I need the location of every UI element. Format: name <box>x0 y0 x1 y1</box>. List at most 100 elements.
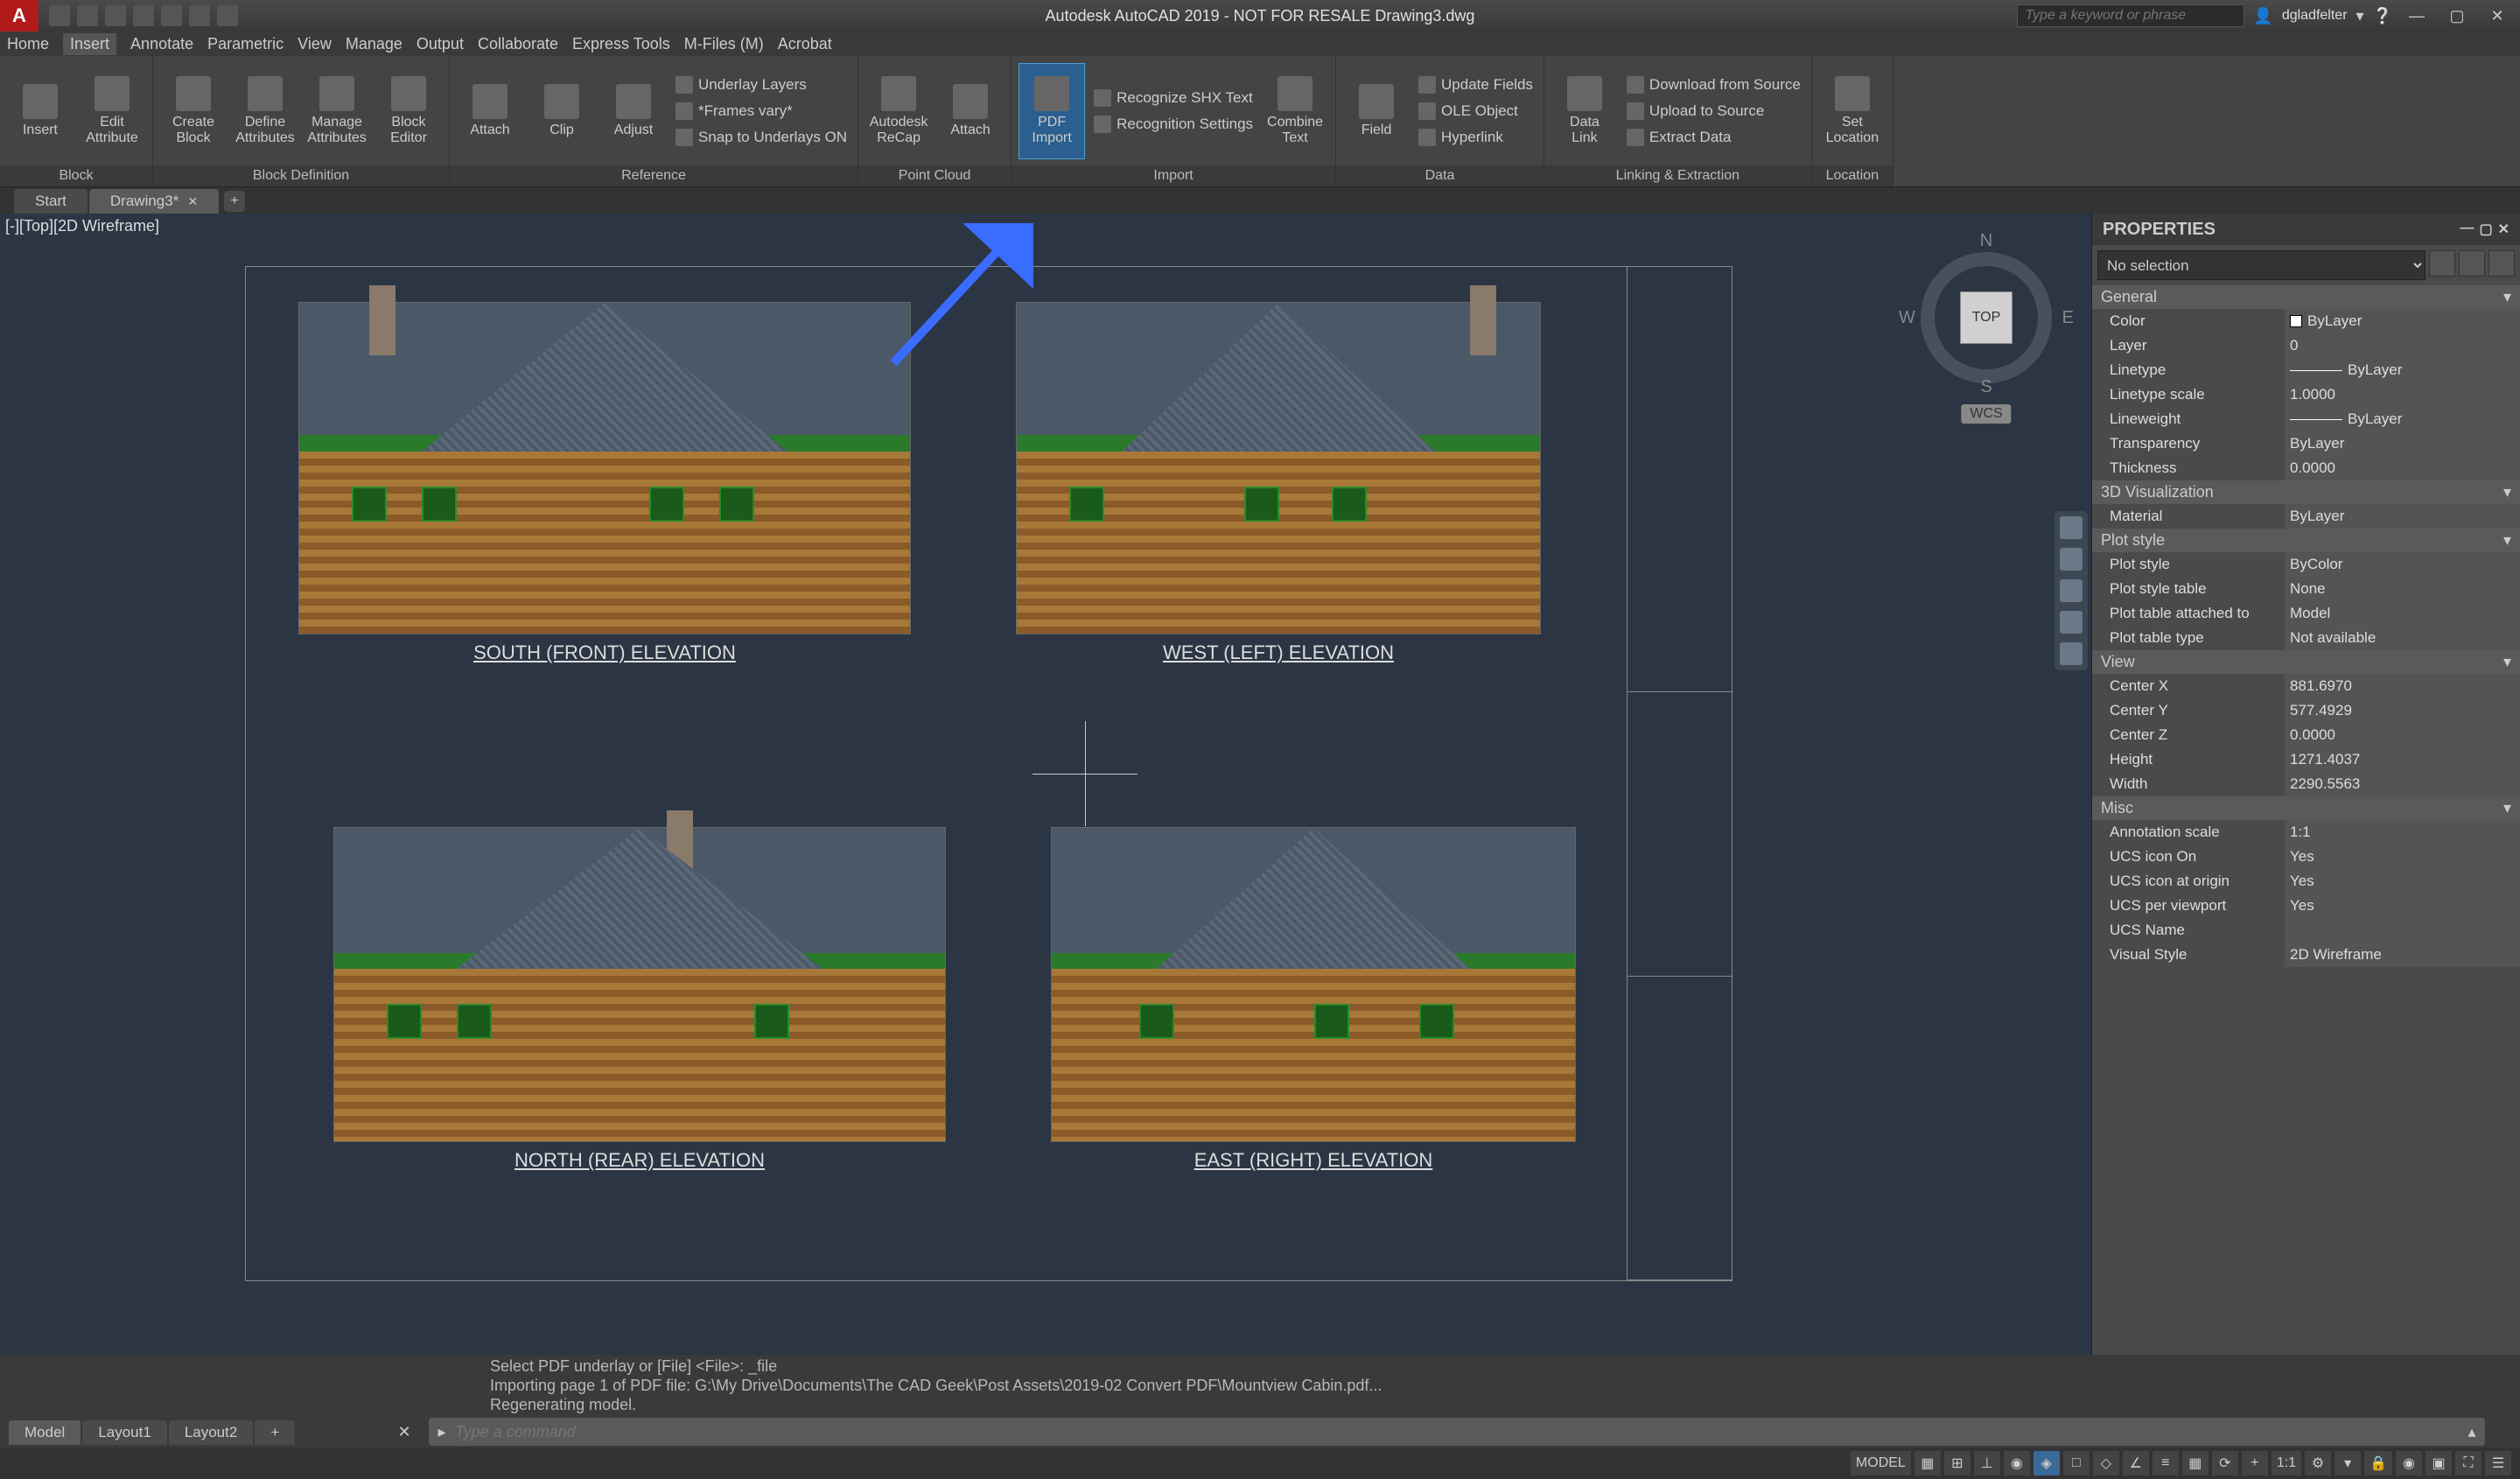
app-icon[interactable]: A <box>0 0 38 32</box>
ribbon-adjust-button[interactable]: Adjust <box>600 63 667 159</box>
selectobjects-icon[interactable] <box>2488 250 2515 277</box>
ribbon-tab-acrobat[interactable]: Acrobat <box>778 35 832 53</box>
prop-value[interactable]: 881.6970 <box>2285 674 2520 698</box>
prop-value[interactable]: Model <box>2285 601 2520 626</box>
viewcube-north[interactable]: N <box>1980 231 1992 251</box>
status-transparency-icon[interactable]: ▦ <box>2182 1451 2208 1475</box>
status-isolate-icon[interactable]: ▣ <box>2426 1451 2452 1475</box>
nav-wheel-icon[interactable] <box>2060 516 2082 539</box>
qat-plot-icon[interactable] <box>161 5 182 26</box>
ribbon-tab-expresstools[interactable]: Express Tools <box>572 35 670 53</box>
prop-section-misc[interactable]: Misc▾ <box>2092 796 2520 820</box>
ribbon--frames-vary--button[interactable]: *Frames vary* <box>672 99 850 123</box>
status-gear-icon[interactable]: ⚙ <box>2305 1451 2331 1475</box>
username-label[interactable]: dgladfelter <box>2282 8 2348 24</box>
panel-title[interactable]: Point Cloud <box>858 165 1011 186</box>
prop-value[interactable]: ByLayer <box>2285 358 2520 382</box>
status-grid-icon[interactable]: ▦ <box>1914 1451 1941 1475</box>
prop-value[interactable]: 1:1 <box>2285 820 2520 845</box>
ribbon-hyperlink-button[interactable]: Hyperlink <box>1415 125 1536 150</box>
status-otrack-icon[interactable]: ∠ <box>2123 1451 2149 1475</box>
ribbon-insert-button[interactable]: Insert <box>7 63 74 159</box>
ribbon-block-editor-button[interactable]: BlockEditor <box>375 63 442 159</box>
qat-undo-icon[interactable] <box>189 5 210 26</box>
prop-value[interactable]: 1271.4037 <box>2285 747 2520 772</box>
prop-value[interactable]: 577.4929 <box>2285 698 2520 723</box>
quickselect-icon[interactable] <box>2429 250 2455 277</box>
qat-open-icon[interactable] <box>77 5 98 26</box>
status-lineweight-icon[interactable]: ≡ <box>2152 1451 2179 1475</box>
new-tab-button[interactable]: + <box>224 191 245 212</box>
prop-section-3d-visualization[interactable]: 3D Visualization▾ <box>2092 480 2520 504</box>
minimize-button[interactable]: — <box>2401 4 2432 28</box>
prop-value[interactable]: Yes <box>2285 894 2520 918</box>
qat-redo-icon[interactable] <box>217 5 238 26</box>
prop-value[interactable]: ByLayer <box>2285 407 2520 431</box>
ribbon-ole-object-button[interactable]: OLE Object <box>1415 99 1536 123</box>
nav-zoom-icon[interactable] <box>2060 579 2082 602</box>
ribbon-field-button[interactable]: Field <box>1343 63 1410 159</box>
prop-value[interactable]: ByLayer <box>2285 431 2520 456</box>
viewcube[interactable]: N S E W TOP WCS <box>1899 231 2074 424</box>
selection-dropdown[interactable]: No selection <box>2097 250 2426 280</box>
status-ortho-icon[interactable]: ⊥ <box>1974 1451 2000 1475</box>
status-cleanscreen-icon[interactable]: ⛶ <box>2455 1451 2482 1475</box>
status-scale[interactable]: 1:1 <box>2272 1451 2301 1475</box>
prop-section-general[interactable]: General▾ <box>2092 285 2520 309</box>
viewcube-west[interactable]: W <box>1899 308 1915 328</box>
prop-value[interactable]: 1.0000 <box>2285 382 2520 407</box>
prop-value[interactable] <box>2285 918 2520 943</box>
prop-value[interactable]: Not available <box>2285 626 2520 650</box>
ribbon-define-attributes-button[interactable]: DefineAttributes <box>232 63 298 159</box>
viewport-label[interactable]: [-][Top][2D Wireframe] <box>5 217 159 235</box>
qat-new-icon[interactable] <box>49 5 70 26</box>
ribbon-extract-data-button[interactable]: Extract Data <box>1623 125 1804 150</box>
nav-showmotion-icon[interactable] <box>2060 642 2082 665</box>
viewcube-face[interactable]: TOP <box>1960 291 2012 344</box>
status-snap-icon[interactable]: ⊞ <box>1944 1451 1970 1475</box>
help-icon[interactable]: ❔ <box>2373 7 2392 25</box>
prop-value[interactable]: 2D Wireframe <box>2285 943 2520 967</box>
panel-title[interactable]: Import <box>1012 165 1335 186</box>
status-model[interactable]: MODEL <box>1851 1451 1911 1475</box>
prop-value[interactable]: Yes <box>2285 869 2520 894</box>
status-polar-icon[interactable]: ◉ <box>2004 1451 2030 1475</box>
layout-tab-model[interactable]: Model <box>9 1420 80 1445</box>
drawing-canvas[interactable]: [-][Top][2D Wireframe] SOUTH (FRONT) ELE… <box>0 214 2091 1355</box>
wcs-badge[interactable]: WCS <box>1961 404 2011 424</box>
ribbon-attach-button[interactable]: Attach <box>937 63 1004 159</box>
close-button[interactable]: ✕ <box>2482 4 2513 28</box>
viewcube-east[interactable]: E <box>2062 308 2074 328</box>
status-hardware-icon[interactable]: ◉ <box>2396 1451 2422 1475</box>
ribbon-underlay-layers-button[interactable]: Underlay Layers <box>672 73 850 97</box>
prop-value[interactable]: 0.0000 <box>2285 723 2520 747</box>
prop-value[interactable]: 2290.5563 <box>2285 772 2520 796</box>
prop-value[interactable]: ByColor <box>2285 552 2520 577</box>
status-3dosnap-icon[interactable]: ◇ <box>2093 1451 2119 1475</box>
ribbon-tab-annotate[interactable]: Annotate <box>130 35 193 53</box>
cmdline-recent-icon[interactable]: ▴ <box>2459 1423 2485 1441</box>
status-customize-icon[interactable]: ☰ <box>2485 1451 2511 1475</box>
maximize-button[interactable]: ▢ <box>2441 4 2473 28</box>
prop-value[interactable]: ByLayer <box>2285 504 2520 529</box>
qat-save-icon[interactable] <box>105 5 126 26</box>
prop-value[interactable]: Yes <box>2285 845 2520 869</box>
cmdline-close-icon[interactable]: ✕ <box>394 1423 415 1441</box>
layout-tab-layout2[interactable]: Layout2 <box>169 1420 254 1445</box>
ribbon-autodesk-recap-button[interactable]: AutodeskReCap <box>865 63 932 159</box>
exchange-icon[interactable]: ▾ <box>2356 7 2364 25</box>
ribbon-tab-insert[interactable]: Insert <box>63 33 116 55</box>
command-input[interactable] <box>455 1423 2459 1441</box>
ribbon-edit-attribute-button[interactable]: EditAttribute <box>79 63 145 159</box>
ribbon-clip-button[interactable]: Clip <box>528 63 595 159</box>
ribbon-create-block-button[interactable]: CreateBlock <box>160 63 227 159</box>
nav-pan-icon[interactable] <box>2060 548 2082 571</box>
ribbon-upload-to-source-button[interactable]: Upload to Source <box>1623 99 1804 123</box>
prop-value[interactable]: ByLayer <box>2285 309 2520 333</box>
ribbon-pdf-import-button[interactable]: PDFImport <box>1018 63 1085 159</box>
signin-icon[interactable]: 👤 <box>2253 7 2272 25</box>
status-workspace-icon[interactable]: ▾ <box>2334 1451 2361 1475</box>
layout-tab-layout1[interactable]: Layout1 <box>82 1420 167 1445</box>
ribbon-tab-manage[interactable]: Manage <box>346 35 402 53</box>
status-isodraft-icon[interactable]: ◈ <box>2034 1451 2060 1475</box>
